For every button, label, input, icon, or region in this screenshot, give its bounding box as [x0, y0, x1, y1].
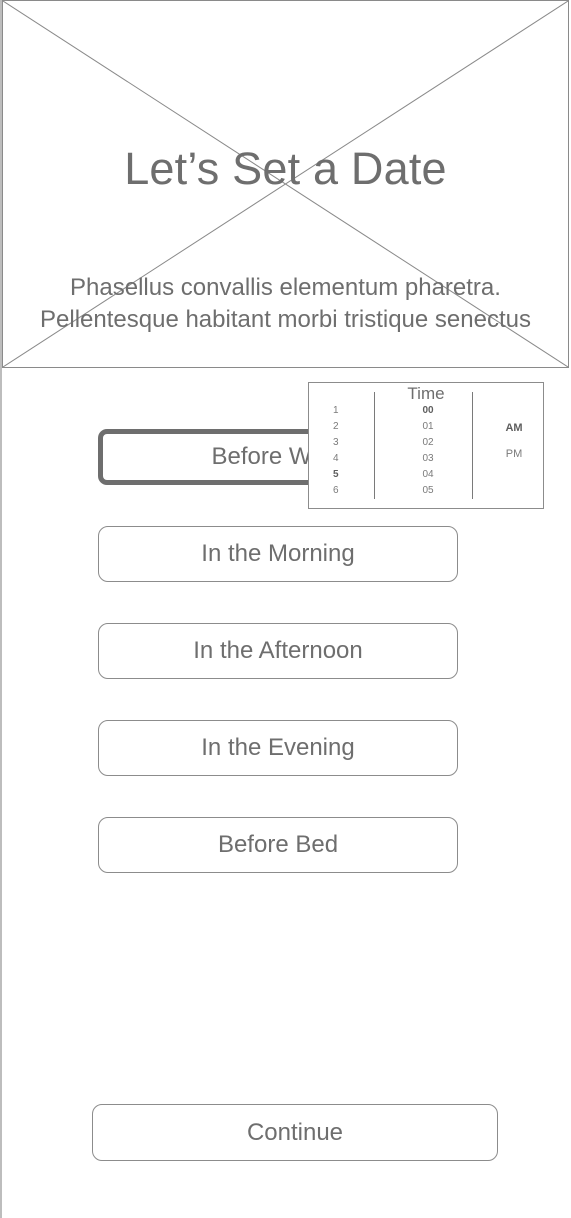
option-in-the-evening-button[interactable]: In the Evening	[98, 720, 458, 776]
minute-wheel[interactable]: 00 01 02 03 04 05	[413, 403, 443, 499]
hero-image-placeholder: Let’s Set a Date Phasellus convallis ele…	[2, 0, 569, 368]
picker-column-divider	[472, 392, 473, 499]
minute-option-selected[interactable]: 00	[413, 403, 443, 419]
minute-option[interactable]: 04	[413, 467, 443, 483]
continue-button[interactable]: Continue	[92, 1104, 498, 1161]
hour-option[interactable]: 1	[333, 403, 353, 419]
option-label: Before Bed	[217, 831, 339, 858]
time-picker-title: Time	[407, 384, 445, 403]
subtitle-line-2: Pellentesque habitant morbi tristique se…	[40, 306, 531, 333]
page-subtitle: Phasellus convallis elementum pharetra. …	[3, 272, 568, 336]
option-label: In the Afternoon	[193, 637, 363, 664]
subtitle-line-1: Phasellus convallis elementum pharetra.	[70, 274, 501, 301]
option-in-the-morning-button[interactable]: In the Morning	[98, 526, 458, 582]
picker-column-divider	[374, 392, 375, 499]
minute-option[interactable]: 05	[413, 483, 443, 499]
option-before-bed-button[interactable]: Before Bed	[98, 817, 458, 873]
time-picker-popover[interactable]: Time 1 2 3 4 5 6 00 01 02 03 04 05 AM PM	[308, 382, 544, 509]
hour-option[interactable]: 4	[333, 451, 353, 467]
hour-option[interactable]: 6	[333, 483, 353, 499]
hour-option[interactable]: 3	[333, 435, 353, 451]
option-label: In the Morning	[201, 540, 355, 567]
hour-option[interactable]: 2	[333, 419, 353, 435]
period-wheel[interactable]: AM PM	[499, 415, 529, 467]
period-option-pm[interactable]: PM	[499, 441, 529, 467]
minute-option[interactable]: 03	[413, 451, 443, 467]
minute-option[interactable]: 02	[413, 435, 443, 451]
option-label: In the Evening	[201, 734, 355, 761]
continue-label: Continue	[246, 1118, 344, 1146]
minute-option[interactable]: 01	[413, 419, 443, 435]
hour-wheel[interactable]: 1 2 3 4 5 6	[333, 403, 353, 499]
page-title: Let’s Set a Date	[124, 143, 447, 194]
hour-option-selected[interactable]: 5	[333, 467, 353, 483]
period-option-am[interactable]: AM	[499, 415, 529, 441]
option-in-the-afternoon-button[interactable]: In the Afternoon	[98, 623, 458, 679]
